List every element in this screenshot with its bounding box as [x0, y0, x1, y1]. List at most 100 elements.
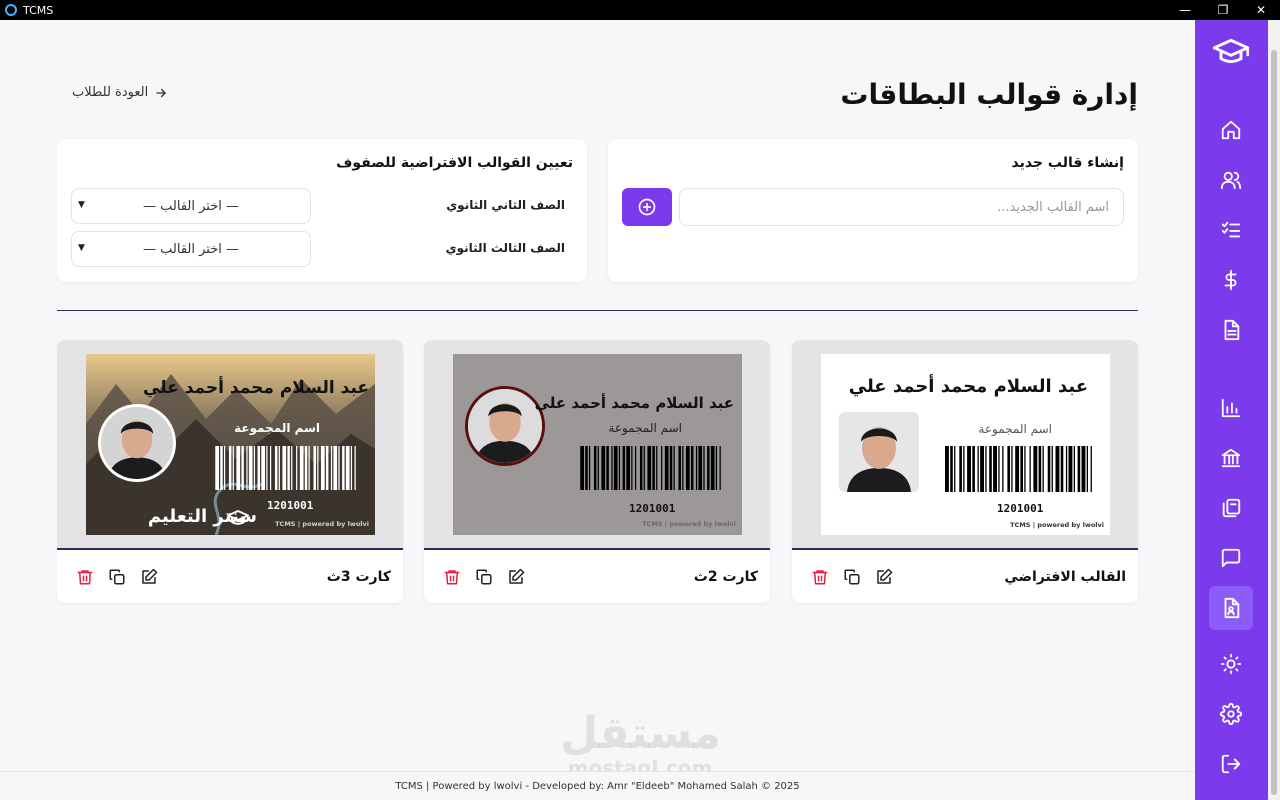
student-code: 1201001 [997, 502, 1044, 515]
duplicate-button[interactable] [107, 567, 126, 586]
edit-button[interactable] [506, 567, 525, 586]
sidebar-item-attendance[interactable] [1209, 208, 1253, 252]
edit-icon [876, 568, 892, 584]
barcode-bar [967, 446, 971, 492]
users-icon [1220, 171, 1242, 190]
student-name: عبد السلام محمد أحمد علي [848, 376, 1088, 397]
template-preview[interactable]: عبد السلام محمد أحمد علي اسم المجموعة 12… [792, 340, 1138, 550]
template-preview[interactable]: عبد السلام محمد أحمد علي اسم المجموعة 12… [424, 340, 770, 550]
trash-icon [77, 569, 92, 584]
group-label: اسم المجموعة [234, 421, 320, 435]
barcode-bar [945, 446, 949, 492]
id-card-preview: عبد السلام محمد أحمد علي اسم المجموعة 12… [821, 354, 1110, 535]
delete-button[interactable] [810, 567, 829, 586]
plus-circle-icon [638, 198, 656, 216]
window-titlebar: TCMS — ❐ ✕ [0, 0, 1280, 20]
barcode-bar [989, 446, 992, 492]
barcode-bar [606, 446, 609, 490]
barcode-bar [350, 446, 353, 490]
new-template-card: إنشاء قالب جديد [608, 139, 1138, 282]
template-name: كارت 2ث [693, 569, 758, 585]
sidebar-item-card-templates[interactable] [1209, 586, 1253, 630]
barcode-bar [661, 446, 663, 490]
barcode-bar [232, 446, 234, 490]
delete-button[interactable] [75, 567, 94, 586]
barcode-bar [972, 446, 975, 492]
dollar-icon [1224, 269, 1237, 291]
gear-icon [1220, 703, 1242, 725]
student-photo [839, 412, 919, 492]
barcode-bar [1077, 446, 1081, 492]
sidebar-item-bank[interactable] [1209, 436, 1253, 480]
barcode-bar [1033, 446, 1038, 492]
barcode-bar [656, 446, 658, 490]
barcode-bar [715, 446, 718, 490]
home-icon [1221, 120, 1241, 140]
barcode-bar [950, 446, 953, 492]
barcode-bar [1090, 446, 1092, 492]
footer-text: TCMS | Powered by lwolvi - Developed by:… [395, 780, 800, 792]
barcode-bar [998, 446, 1000, 492]
book-copy-icon [1222, 498, 1241, 518]
barcode-bar [223, 446, 226, 490]
edit-button[interactable] [874, 567, 893, 586]
barcode-bar [215, 446, 219, 490]
grade-second-template-select[interactable]: — اختر القالب — ▼ [71, 188, 311, 224]
template-preview[interactable]: عبد السلام محمد أحمد علي اسم المجموعة 12… [57, 340, 403, 550]
checklist-icon [1221, 221, 1241, 238]
chevron-down-icon: ▼ [78, 200, 85, 210]
group-label: اسم المجموعة [608, 421, 682, 435]
select-value: — اختر القالب — [143, 198, 239, 214]
sidebar-item-theme[interactable] [1209, 642, 1253, 686]
sidebar-item-messages[interactable] [1209, 536, 1253, 580]
sidebar-item-students[interactable] [1209, 158, 1253, 202]
sidebar-item-settings[interactable] [1209, 692, 1253, 736]
barcode-bar [647, 446, 652, 490]
add-template-button[interactable] [622, 188, 672, 226]
grade-third-template-select[interactable]: — اختر القالب — ▼ [71, 231, 311, 267]
sidebar-item-logout[interactable] [1209, 742, 1253, 786]
barcode-bar [690, 446, 694, 490]
page-title: إدارة قوالب البطاقات [840, 78, 1138, 111]
default-templates-card: تعيين القوالب الافتراضية للصفوف الصف الث… [57, 139, 587, 282]
student-name: عبد السلام محمد أحمد علي [534, 394, 734, 412]
select-value: — اختر القالب — [143, 241, 239, 257]
sidebar-item-reports[interactable] [1209, 386, 1253, 430]
sidebar-item-library[interactable] [1209, 486, 1253, 530]
sidebar-item-payments[interactable] [1209, 258, 1253, 302]
barcode-bar [220, 446, 223, 490]
student-code: 1201001 [629, 502, 676, 515]
grade-label-second: الصف الثاني الثانوي [446, 198, 565, 212]
barcode-bar [963, 446, 965, 492]
barcode-bar [1042, 446, 1044, 492]
barcode-bar [269, 446, 272, 490]
barcode-bar [601, 446, 606, 490]
sidebar-item-documents[interactable] [1209, 308, 1253, 352]
delete-button[interactable] [442, 567, 461, 586]
barcode-bar [1011, 446, 1013, 492]
barcode-bar [634, 446, 637, 490]
restore-icon[interactable]: ❐ [1204, 0, 1242, 20]
barcode-bar [317, 446, 319, 490]
barcode [215, 446, 356, 490]
barcode-bar [333, 446, 338, 490]
scrollbar-thumb[interactable] [1271, 50, 1277, 795]
page-scrollbar[interactable] [1268, 20, 1280, 800]
barcode-bar [257, 446, 261, 490]
edit-button[interactable] [139, 567, 158, 586]
graduation-cap-logo-icon[interactable] [1207, 32, 1255, 72]
template-name-input[interactable] [679, 188, 1124, 226]
back-to-students-link[interactable]: العودة للطلاب [72, 85, 168, 100]
section-divider [57, 310, 1138, 311]
duplicate-button[interactable] [842, 567, 861, 586]
message-square-icon [1221, 548, 1241, 568]
barcode-bar [1007, 446, 1010, 492]
minimize-icon[interactable]: — [1166, 0, 1204, 20]
close-icon[interactable]: ✕ [1242, 0, 1280, 20]
bank-icon [1221, 448, 1241, 468]
duplicate-button[interactable] [474, 567, 493, 586]
barcode-bar [1020, 446, 1023, 492]
sidebar-item-home[interactable] [1209, 108, 1253, 152]
barcode-bar [1055, 446, 1060, 492]
barcode [580, 446, 721, 490]
